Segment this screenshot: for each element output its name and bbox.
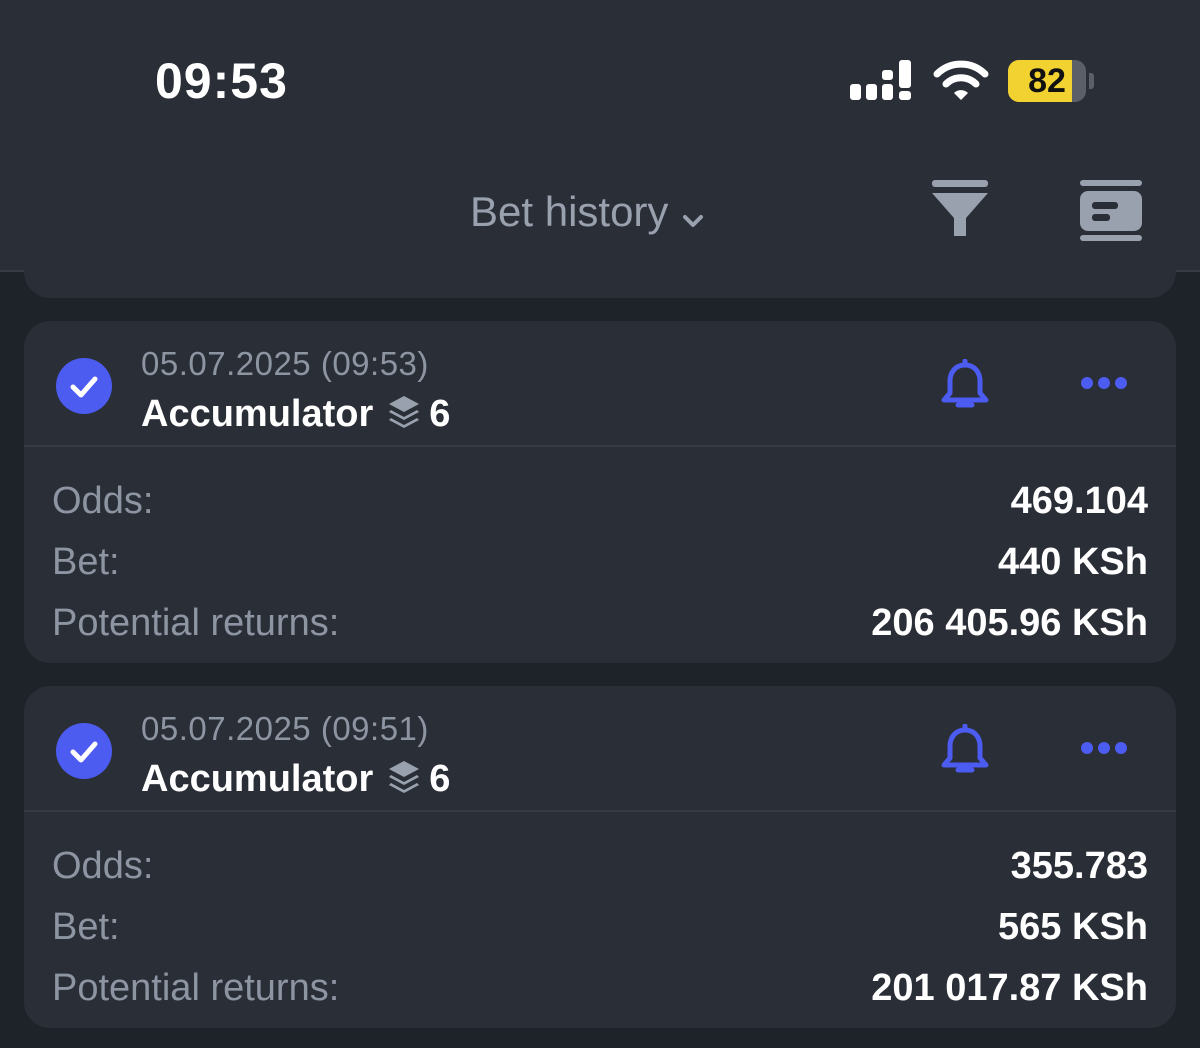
bet-card-header: 05.07.2025 (09:51) Accumulator 6 (24, 686, 1176, 812)
potential-returns-row: Potential returns: 201 017.87 KSh (52, 958, 1148, 1019)
potential-returns-row: Potential returns: 206 405.96 KSh (52, 593, 1148, 654)
selection-count: 6 (429, 758, 451, 800)
check-icon (55, 722, 113, 785)
odds-value: 469.104 (1010, 480, 1148, 522)
bet-card-body: Odds: 355.783 Bet: 565 KSh Potential ret… (24, 812, 1176, 1019)
bet-history-dropdown[interactable]: Bet history (470, 186, 704, 238)
battery-indicator: 82 (1008, 60, 1094, 102)
potential-returns-label: Potential returns: (52, 967, 340, 1009)
more-icon[interactable] (1080, 738, 1128, 763)
odds-label: Odds: (52, 480, 154, 522)
odds-row: Odds: 469.104 (52, 471, 1148, 532)
bet-value: 440 KSh (998, 541, 1148, 583)
bet-card-body: Odds: 469.104 Bet: 440 KSh Potential ret… (24, 447, 1176, 654)
selection-count: 6 (429, 393, 451, 435)
bet-row: Bet: 565 KSh (52, 897, 1148, 958)
bet-card[interactable]: 05.07.2025 (09:51) Accumulator 6 Odds: 3… (24, 686, 1176, 1028)
potential-returns-value: 201 017.87 KSh (871, 967, 1148, 1009)
bet-value: 565 KSh (998, 906, 1148, 948)
bet-card[interactable]: 05.07.2025 (09:53) Accumulator 6 Odds: 4… (24, 321, 1176, 663)
odds-label: Odds: (52, 845, 154, 887)
bet-date: 05.07.2025 (09:51) (141, 710, 429, 747)
potential-returns-value: 206 405.96 KSh (871, 602, 1148, 644)
bet-type: Accumulator (141, 758, 374, 800)
layers-icon (387, 394, 421, 435)
status-time: 09:53 (155, 53, 288, 109)
bet-date: 05.07.2025 (09:53) (141, 345, 429, 382)
chevron-down-icon (682, 190, 704, 238)
battery-level: 82 (1028, 62, 1066, 100)
bet-row: Bet: 440 KSh (52, 532, 1148, 593)
top-bar: 09:53 82 Bet history (0, 0, 1200, 272)
bet-label: Bet: (52, 541, 120, 583)
wifi-icon (933, 60, 989, 107)
battery-cap (1089, 73, 1094, 89)
odds-row: Odds: 355.783 (52, 836, 1148, 897)
more-icon[interactable] (1080, 373, 1128, 398)
check-icon (55, 357, 113, 420)
page-title: Bet history (470, 188, 669, 235)
bet-type: Accumulator (141, 393, 374, 435)
bet-label: Bet: (52, 906, 120, 948)
filter-icon[interactable] (930, 178, 990, 245)
previous-bet-card (24, 260, 1176, 298)
bet-card-header: 05.07.2025 (09:53) Accumulator 6 (24, 321, 1176, 447)
coupon-icon[interactable] (1078, 178, 1144, 247)
layers-icon (387, 759, 421, 800)
odds-value: 355.783 (1010, 845, 1148, 887)
bell-icon[interactable] (938, 358, 992, 418)
potential-returns-label: Potential returns: (52, 602, 340, 644)
cellular-signal-icon (850, 60, 914, 107)
bell-icon[interactable] (938, 723, 992, 783)
